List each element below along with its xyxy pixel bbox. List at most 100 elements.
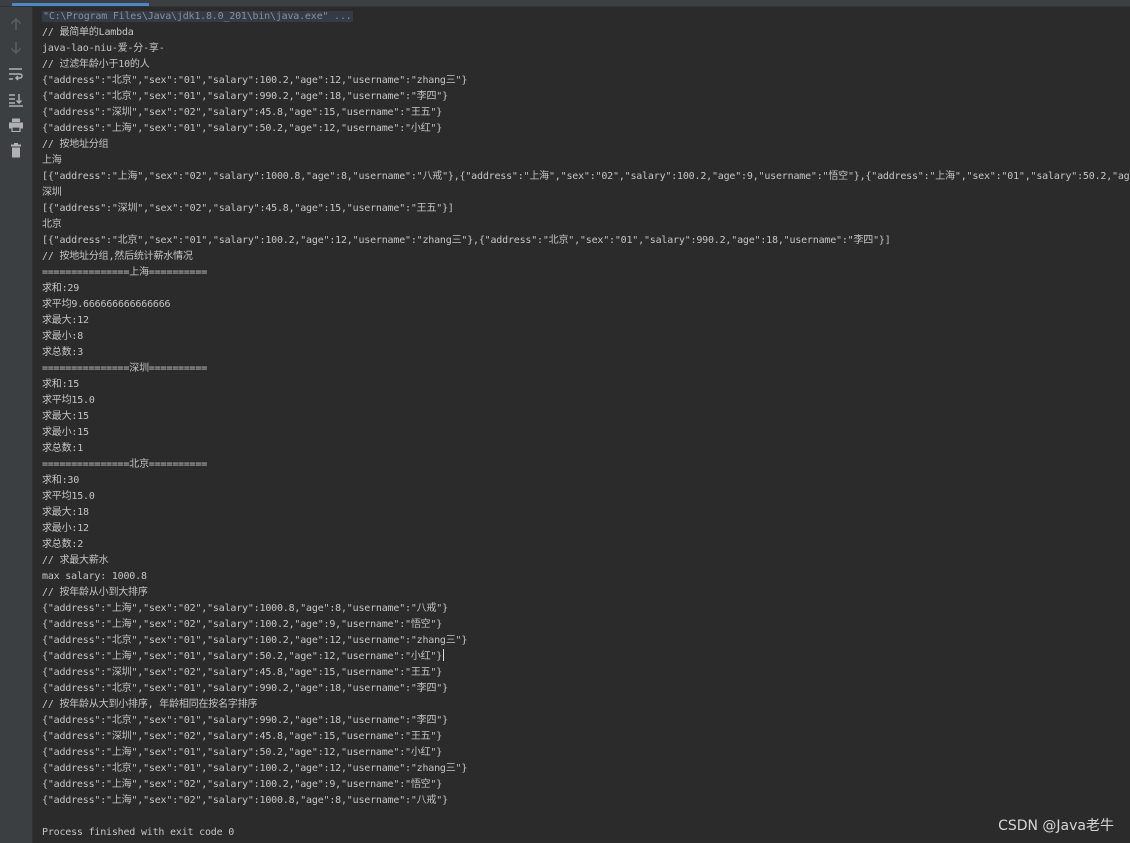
console-line: {"address":"上海","sex":"02","salary":1000…	[42, 601, 1130, 617]
console-line-text: {"address":"深圳","sex":"02","salary":45.8…	[42, 731, 443, 742]
console-line: max salary: 1000.8	[42, 569, 1130, 585]
console-line: 求平均9.666666666666666	[42, 297, 1130, 313]
console-line-text: [{"address":"深圳","sex":"02","salary":45.…	[42, 203, 454, 214]
console-line-text: {"address":"深圳","sex":"02","salary":45.8…	[42, 667, 443, 678]
trash-icon[interactable]	[6, 140, 26, 160]
console-line-text: 北京	[42, 219, 62, 230]
console-line: 求总数:1	[42, 441, 1130, 457]
console-line: ===============上海==========	[42, 265, 1130, 281]
console-line: [{"address":"深圳","sex":"02","salary":45.…	[42, 201, 1130, 217]
console-line-text: Process finished with exit code 0	[42, 827, 235, 838]
console-line: 求总数:3	[42, 345, 1130, 361]
console-line-text: 求平均15.0	[42, 491, 95, 502]
console-line: {"address":"深圳","sex":"02","salary":45.8…	[42, 729, 1130, 745]
up-arrow-icon[interactable]	[6, 14, 26, 34]
console-line: 求和:15	[42, 377, 1130, 393]
console-line: {"address":"北京","sex":"01","salary":100.…	[42, 633, 1130, 649]
console-line-text: java-lao-niu-爱-分-享-	[42, 43, 165, 54]
console-line: ===============深圳==========	[42, 361, 1130, 377]
console-line-text: // 按年龄从大到小排序, 年龄相同在按名字排序	[42, 699, 258, 710]
console-line-text: 求最小:8	[42, 331, 84, 342]
console-line-text: [{"address":"上海","sex":"02","salary":100…	[42, 171, 1130, 182]
console-line: 求最大:12	[42, 313, 1130, 329]
console-line-text: ===============深圳==========	[42, 363, 208, 374]
console-line: java-lao-niu-爱-分-享-	[42, 41, 1130, 57]
console-line: 求最大:18	[42, 505, 1130, 521]
console-line: // 按年龄从大到小排序, 年龄相同在按名字排序	[42, 697, 1130, 713]
console-line-text: 求最大:12	[42, 315, 89, 326]
console-line-text: 求最大:15	[42, 411, 89, 422]
console-line-text: {"address":"上海","sex":"01","salary":50.2…	[42, 123, 443, 134]
console-line-text: // 按地址分组,然后统计薪水情况	[42, 251, 193, 262]
console-line-text: {"address":"北京","sex":"01","salary":990.…	[42, 715, 448, 726]
console-toolbar	[0, 7, 33, 843]
console-line: // 按地址分组,然后统计薪水情况	[42, 249, 1130, 265]
console-line: {"address":"上海","sex":"01","salary":50.2…	[42, 649, 1130, 665]
console-line-text: {"address":"深圳","sex":"02","salary":45.8…	[42, 107, 443, 118]
console-line-text: ===============上海==========	[42, 267, 208, 278]
console-line: {"address":"上海","sex":"02","salary":100.…	[42, 777, 1130, 793]
console-line: // 过滤年龄小于10的人	[42, 57, 1130, 73]
console-line: // 求最大薪水	[42, 553, 1130, 569]
console-line: 求最小:12	[42, 521, 1130, 537]
console-line-text: {"address":"上海","sex":"01","salary":50.2…	[42, 747, 443, 758]
console-line: {"address":"北京","sex":"01","salary":990.…	[42, 713, 1130, 729]
console-line: [{"address":"上海","sex":"02","salary":100…	[42, 169, 1130, 185]
console-line-text: // 按地址分组	[42, 139, 109, 150]
console-line: {"address":"北京","sex":"01","salary":100.…	[42, 761, 1130, 777]
console-line-text: ===============北京==========	[42, 459, 208, 470]
console-line-text: {"address":"北京","sex":"01","salary":100.…	[42, 763, 468, 774]
ide-run-window: "C:\Program Files\Java\jdk1.8.0_201\bin\…	[0, 0, 1130, 843]
down-arrow-icon[interactable]	[6, 38, 26, 58]
console-line-text: // 按年龄从小到大排序	[42, 587, 148, 598]
console-line: 求最大:15	[42, 409, 1130, 425]
console-line-text: 深圳	[42, 187, 62, 198]
console-line-text: 求最小:12	[42, 523, 89, 534]
console-line-text: 求最大:18	[42, 507, 89, 518]
console-line: 求最小:15	[42, 425, 1130, 441]
console-output[interactable]: "C:\Program Files\Java\jdk1.8.0_201\bin\…	[42, 9, 1130, 841]
console-line: 北京	[42, 217, 1130, 233]
console-line: 上海	[42, 153, 1130, 169]
console-line: {"address":"深圳","sex":"02","salary":45.8…	[42, 105, 1130, 121]
console-line: {"address":"北京","sex":"01","salary":990.…	[42, 681, 1130, 697]
console-line: 深圳	[42, 185, 1130, 201]
console-line: 求和:29	[42, 281, 1130, 297]
soft-wrap-icon[interactable]	[6, 64, 26, 84]
console-line-text: {"address":"上海","sex":"02","salary":100.…	[42, 619, 443, 630]
console-line: // 按地址分组	[42, 137, 1130, 153]
console-line: 求总数:2	[42, 537, 1130, 553]
console-line: {"address":"上海","sex":"01","salary":50.2…	[42, 745, 1130, 761]
console-line-text: {"address":"北京","sex":"01","salary":100.…	[42, 635, 468, 646]
console-line-text: {"address":"上海","sex":"02","salary":1000…	[42, 795, 448, 806]
console-line: 求和:30	[42, 473, 1130, 489]
console-line: {"address":"上海","sex":"02","salary":1000…	[42, 793, 1130, 809]
console-line-text: 求总数:3	[42, 347, 84, 358]
console-line: {"address":"北京","sex":"01","salary":990.…	[42, 89, 1130, 105]
command-line: "C:\Program Files\Java\jdk1.8.0_201\bin\…	[42, 9, 1130, 25]
console-line-text: 求和:30	[42, 475, 80, 486]
console-line-text: 求最小:15	[42, 427, 89, 438]
console-line: [{"address":"北京","sex":"01","salary":100…	[42, 233, 1130, 249]
print-icon[interactable]	[6, 115, 26, 135]
console-line: Process finished with exit code 0	[42, 825, 1130, 841]
scroll-to-end-icon[interactable]	[6, 90, 26, 110]
console-lines: // 最简单的Lambda java-lao-niu-爱-分-享- // 过滤年龄小…	[42, 25, 1130, 841]
run-tab-strip	[0, 0, 1130, 7]
console-line-text: // 最简单的Lambda	[42, 27, 134, 38]
console-line-text: [{"address":"北京","sex":"01","salary":100…	[42, 235, 891, 246]
console-line-text: // 过滤年龄小于10的人	[42, 59, 150, 70]
console-line: {"address":"深圳","sex":"02","salary":45.8…	[42, 665, 1130, 681]
active-run-tab[interactable]	[12, 3, 149, 6]
console-line-text: 上海	[42, 155, 62, 166]
console-line-text: 求总数:1	[42, 443, 84, 454]
console-line: 求平均15.0	[42, 393, 1130, 409]
console-line: // 最简单的Lambda	[42, 25, 1130, 41]
console-line-text: {"address":"上海","sex":"01","salary":50.2…	[42, 651, 443, 662]
console-line-text: 求和:15	[42, 379, 80, 390]
console-line-text: {"address":"北京","sex":"01","salary":990.…	[42, 91, 448, 102]
console-line-text: 求和:29	[42, 283, 80, 294]
text-caret	[443, 649, 445, 661]
console-line-text: 求平均9.666666666666666	[42, 299, 171, 310]
watermark: CSDN @Java老牛	[998, 818, 1114, 834]
